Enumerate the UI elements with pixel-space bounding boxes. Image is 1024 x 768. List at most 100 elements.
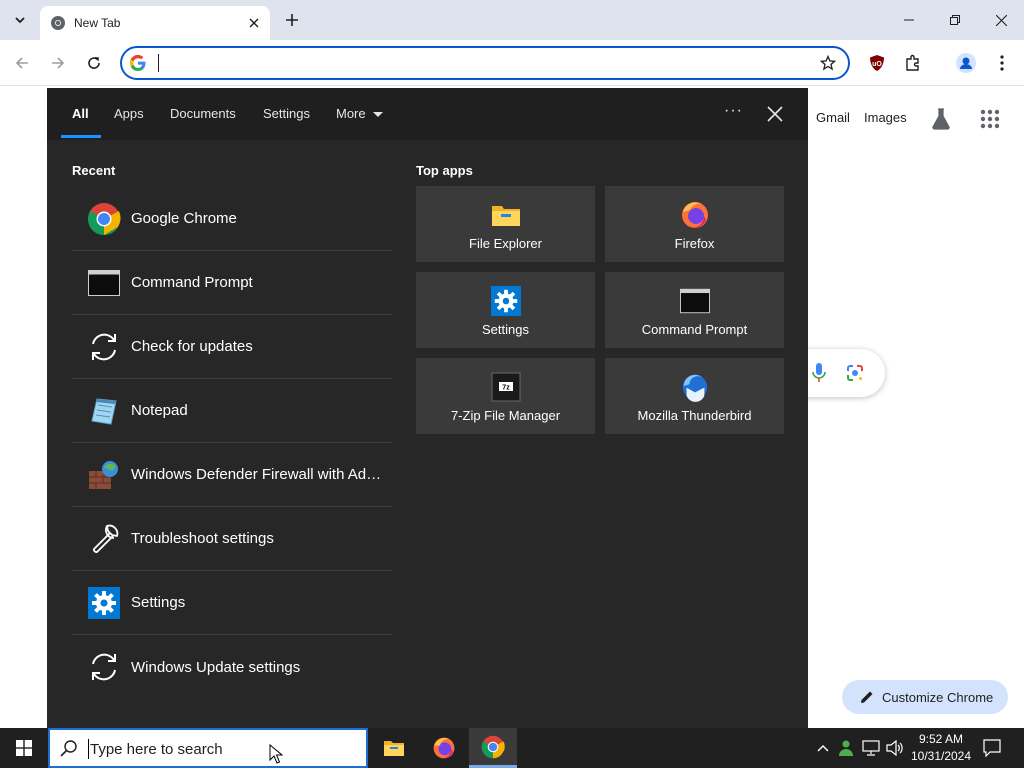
- omnibox-input[interactable]: [160, 52, 800, 74]
- gmail-link[interactable]: Gmail: [816, 110, 850, 125]
- taskbar-clock[interactable]: 9:52 AM 10/31/2024: [906, 731, 976, 765]
- browser-toolbar: uO: [0, 40, 1024, 86]
- forward-button[interactable]: [45, 50, 71, 76]
- command-prompt-icon: [87, 266, 121, 300]
- tab-all[interactable]: All: [72, 106, 89, 121]
- minimize-button[interactable]: [886, 0, 932, 40]
- recent-item-label: Settings: [131, 594, 186, 611]
- start-button[interactable]: [0, 728, 48, 768]
- recent-item-troubleshoot-settings[interactable]: Troubleshoot settings: [72, 507, 392, 571]
- tab-title: New Tab: [74, 16, 121, 30]
- ublock-extension-button[interactable]: uO: [864, 50, 890, 76]
- action-center-button[interactable]: [980, 728, 1004, 768]
- plus-icon: [286, 14, 298, 26]
- taskbar-file-explorer[interactable]: [370, 728, 418, 768]
- top-app-firefox[interactable]: Firefox: [605, 186, 784, 262]
- top-app-label: Firefox: [674, 236, 715, 251]
- chrome-icon: [481, 735, 505, 758]
- taskbar-google-chrome[interactable]: [469, 728, 517, 768]
- refresh-icon: [87, 330, 121, 364]
- windows-logo-icon: [16, 740, 32, 756]
- tab-strip: New Tab: [0, 0, 1024, 40]
- recent-item-windows-defender-firewall[interactable]: Windows Defender Firewall with Advanced …: [72, 443, 392, 507]
- close-window-button[interactable]: [978, 0, 1024, 40]
- pencil-icon: [861, 691, 873, 703]
- recent-item-google-chrome[interactable]: Google Chrome: [72, 187, 392, 251]
- recent-item-windows-update-settings[interactable]: Windows Update settings: [72, 635, 392, 699]
- recent-list: Google Chrome Command Prompt Check for u…: [72, 187, 392, 699]
- volume-button[interactable]: [884, 728, 906, 768]
- recent-item-command-prompt[interactable]: Command Prompt: [72, 251, 392, 315]
- customize-chrome-label: Customize Chrome: [882, 689, 994, 705]
- recent-heading: Recent: [72, 163, 116, 178]
- show-hidden-icons-button[interactable]: [814, 728, 832, 768]
- network-button[interactable]: [860, 728, 882, 768]
- tab-settings[interactable]: Settings: [263, 106, 310, 121]
- 7zip-icon: 7z: [491, 372, 521, 402]
- top-app-mozilla-thunderbird[interactable]: Mozilla Thunderbird: [605, 358, 784, 434]
- recent-item-settings[interactable]: Settings: [72, 571, 392, 635]
- file-explorer-icon: [384, 741, 404, 756]
- top-app-command-prompt[interactable]: Command Prompt: [605, 272, 784, 348]
- taskbar-search-placeholder: Type here to search: [90, 741, 223, 758]
- tab-documents[interactable]: Documents: [170, 106, 236, 121]
- top-app-label: 7-Zip File Manager: [450, 408, 561, 423]
- ublock-shield-icon: uO: [870, 55, 884, 71]
- settings-gear-icon: [87, 586, 121, 620]
- tray-app-button[interactable]: [836, 728, 856, 768]
- search-icon: [60, 740, 77, 757]
- more-options-icon[interactable]: ···: [724, 102, 743, 120]
- svg-text:uO: uO: [872, 61, 882, 68]
- close-icon: [995, 14, 1007, 26]
- taskbar-firefox[interactable]: [420, 728, 468, 768]
- windows-search-panel: All Apps Documents Settings More ··· Rec…: [47, 88, 808, 728]
- refresh-icon: [87, 650, 121, 684]
- reload-button[interactable]: [81, 50, 107, 76]
- recent-item-label: Troubleshoot settings: [131, 530, 274, 547]
- text-cursor: [88, 739, 89, 759]
- microphone-icon[interactable]: [812, 362, 826, 384]
- recent-item-label: Notepad: [131, 402, 188, 419]
- command-prompt-icon: [679, 286, 710, 316]
- top-app-file-explorer[interactable]: File Explorer: [416, 186, 595, 262]
- thunderbird-icon: [680, 372, 710, 402]
- profile-button[interactable]: [953, 50, 979, 76]
- active-tab-indicator: [61, 135, 101, 138]
- tab-close-button[interactable]: [244, 13, 264, 33]
- notification-icon: [983, 739, 1001, 757]
- caret-down-icon: [373, 112, 383, 117]
- tab-new-tab[interactable]: New Tab: [40, 6, 270, 40]
- minimize-icon: [904, 19, 914, 21]
- settings-gear-icon: [490, 286, 521, 316]
- google-lens-icon[interactable]: [846, 364, 864, 382]
- top-app-settings[interactable]: Settings: [416, 272, 595, 348]
- google-apps-grid-icon[interactable]: [980, 109, 1000, 129]
- taskbar: Type here to search 9:52 AM 10/31/2024: [0, 728, 1024, 768]
- avatar-icon: [956, 53, 976, 73]
- address-bar[interactable]: [120, 46, 850, 80]
- firefox-icon: [433, 737, 455, 759]
- recent-item-notepad[interactable]: Notepad: [72, 379, 392, 443]
- restore-button[interactable]: [932, 0, 978, 40]
- bookmark-star-icon[interactable]: [820, 55, 836, 71]
- taskbar-search-box[interactable]: Type here to search: [48, 728, 368, 768]
- recent-item-label: Windows Update settings: [131, 658, 301, 676]
- customize-chrome-button[interactable]: Customize Chrome: [842, 680, 1008, 714]
- chrome-icon: [87, 202, 121, 236]
- top-app-7zip-file-manager[interactable]: 7z 7-Zip File Manager: [416, 358, 595, 434]
- tab-search-button[interactable]: [8, 8, 32, 32]
- chrome-menu-button[interactable]: [989, 50, 1015, 76]
- user-shield-icon: [839, 740, 853, 756]
- recent-item-label: Command Prompt: [131, 274, 253, 291]
- new-tab-button[interactable]: [280, 8, 304, 32]
- images-link[interactable]: Images: [864, 110, 907, 125]
- extensions-button[interactable]: [900, 50, 926, 76]
- recent-item-label: Check for updates: [131, 338, 253, 355]
- labs-flask-icon[interactable]: [931, 108, 951, 130]
- back-arrow-icon: [15, 57, 28, 69]
- close-icon[interactable]: [765, 104, 785, 124]
- back-button[interactable]: [9, 50, 35, 76]
- tab-apps[interactable]: Apps: [114, 106, 144, 121]
- recent-item-check-for-updates[interactable]: Check for updates: [72, 315, 392, 379]
- tab-more[interactable]: More: [336, 106, 366, 121]
